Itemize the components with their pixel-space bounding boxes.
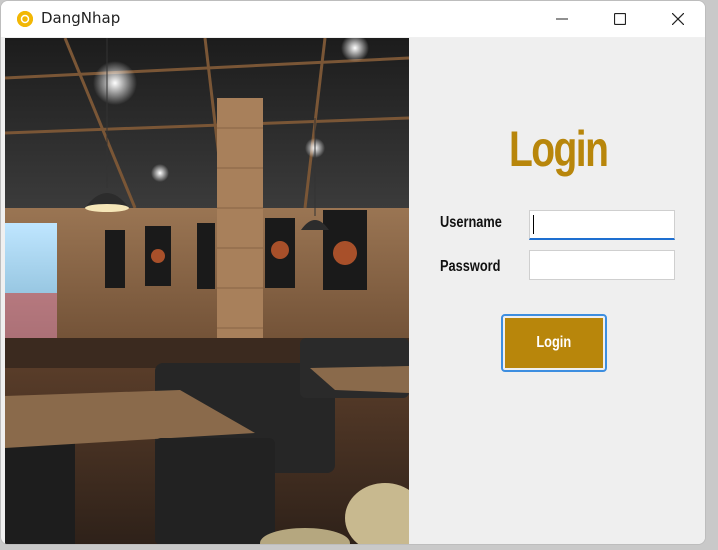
close-icon xyxy=(672,13,684,25)
minimize-button[interactable] xyxy=(533,1,591,37)
username-label: Username xyxy=(440,214,502,231)
maximize-button[interactable] xyxy=(591,1,649,37)
title-bar[interactable]: DangNhap xyxy=(1,1,705,37)
restaurant-photo xyxy=(5,38,409,544)
username-input[interactable] xyxy=(529,210,675,240)
window-title: DangNhap xyxy=(41,9,121,27)
login-button-label: Login xyxy=(536,334,572,351)
login-heading: Login xyxy=(509,121,609,177)
password-label: Password xyxy=(440,258,501,275)
password-input[interactable] xyxy=(529,250,675,280)
app-icon xyxy=(17,11,33,27)
close-button[interactable] xyxy=(649,1,705,37)
minimize-icon xyxy=(556,18,568,20)
login-window: DangNhap Login Username Password Login xyxy=(0,0,706,545)
maximize-icon xyxy=(614,13,626,25)
text-caret xyxy=(533,215,534,234)
login-button[interactable]: Login xyxy=(505,318,603,368)
login-form-panel: Login Username Password Login xyxy=(409,38,705,544)
